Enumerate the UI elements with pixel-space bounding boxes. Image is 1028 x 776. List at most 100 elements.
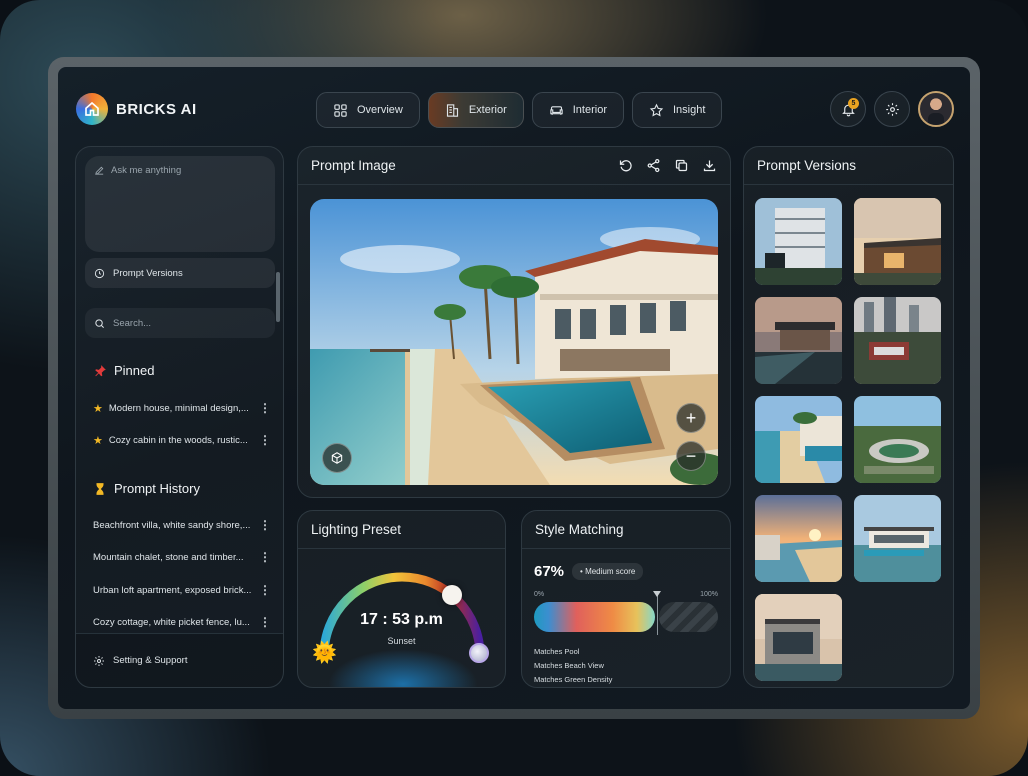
time-readout: 17 : 53 p.m xyxy=(360,611,443,628)
lighting-dial[interactable]: 🌞 17 : 53 p.m Sunset xyxy=(298,549,505,687)
version-thumbnail[interactable] xyxy=(755,198,842,285)
prompt-versions-label: Prompt Versions xyxy=(113,267,183,279)
score-marker[interactable] xyxy=(653,591,661,635)
panel-title: Style Matching xyxy=(535,522,624,537)
app-screen: BRICKS AI Overview Exterior Interior Ins… xyxy=(58,67,970,709)
prompt-image-panel: Prompt Image + − xyxy=(297,146,731,498)
more-options-icon[interactable]: ⋮ xyxy=(259,518,271,532)
version-thumbnail[interactable] xyxy=(755,594,842,681)
history-title: Prompt History xyxy=(114,481,200,496)
share-icon[interactable] xyxy=(646,158,661,173)
star-icon xyxy=(649,103,664,116)
cube-icon xyxy=(331,452,343,464)
history-item[interactable]: Urban loft apartment, exposed brick... ⋮ xyxy=(93,583,271,597)
history-item-label: Mountain chalet, stone and timber... xyxy=(93,551,244,563)
more-options-icon[interactable]: ⋮ xyxy=(259,401,271,415)
panel-title: Prompt Image xyxy=(311,158,396,173)
more-options-icon[interactable]: ⋮ xyxy=(259,550,271,564)
ask-input[interactable]: Ask me anything xyxy=(85,156,275,252)
undo-icon[interactable] xyxy=(618,158,633,173)
more-options-icon[interactable]: ⋮ xyxy=(259,615,271,629)
zoom-in-button[interactable]: + xyxy=(676,403,706,433)
search-input[interactable]: Search... xyxy=(85,308,275,338)
score-bar-fill xyxy=(534,602,655,632)
generated-image[interactable]: + − xyxy=(310,199,718,485)
pinned-item[interactable]: ★ Modern house, minimal design,... ⋮ xyxy=(93,401,271,415)
header-actions: 5 xyxy=(830,91,954,127)
main-nav: Overview Exterior Interior Insight xyxy=(316,92,723,128)
version-thumbnail[interactable] xyxy=(755,396,842,483)
scale-min: 0% xyxy=(534,591,545,598)
3d-view-button[interactable] xyxy=(322,443,352,473)
pinned-item[interactable]: ★ Cozy cabin in the woods, rustic... ⋮ xyxy=(93,433,271,447)
gear-icon xyxy=(94,655,104,666)
version-thumbnail[interactable] xyxy=(755,495,842,582)
tab-label: Exterior xyxy=(468,104,507,116)
image-toolbar xyxy=(618,158,717,173)
version-thumbnail[interactable] xyxy=(755,297,842,384)
versions-grid xyxy=(755,198,941,681)
pinned-item-label: Modern house, minimal design,... xyxy=(108,402,249,414)
panel-header: Prompt Versions xyxy=(744,147,953,185)
notifications-button[interactable]: 5 xyxy=(830,91,866,127)
settings-support-button[interactable]: Setting & Support xyxy=(76,633,283,687)
panel-header: Prompt Image xyxy=(298,147,730,185)
settings-button[interactable] xyxy=(874,91,910,127)
sun-icon: 🌞 xyxy=(312,642,337,664)
tab-insight[interactable]: Insight xyxy=(632,92,723,128)
download-icon[interactable] xyxy=(702,158,717,173)
tab-label: Insight xyxy=(673,104,706,116)
version-thumbnail[interactable] xyxy=(854,198,941,285)
pinned-item-label: Cozy cabin in the woods, rustic... xyxy=(108,434,248,446)
app-name: BRICKS AI xyxy=(116,100,197,118)
more-options-icon[interactable]: ⋮ xyxy=(259,433,271,447)
score-badge: • Medium score xyxy=(572,563,644,580)
match-list: Matches Pool Matches Beach View Matches … xyxy=(534,645,612,687)
history-item[interactable]: Beachfront villa, white sandy shore,... … xyxy=(93,518,271,532)
tab-exterior[interactable]: Exterior xyxy=(427,92,524,128)
star-icon: ★ xyxy=(93,434,103,447)
pinned-heading: Pinned xyxy=(93,363,154,378)
history-item[interactable]: Cozy cottage, white picket fence, lu... … xyxy=(93,615,271,629)
tab-overview[interactable]: Overview xyxy=(316,92,420,128)
history-heading: Prompt History xyxy=(93,481,200,496)
copy-icon[interactable] xyxy=(674,158,689,173)
star-icon: ★ xyxy=(93,402,103,415)
sidebar: Ask me anything Prompt Versions Search..… xyxy=(75,146,284,688)
panel-header: Style Matching xyxy=(522,511,730,549)
version-thumbnail[interactable] xyxy=(854,495,941,582)
match-item: Matches Pool xyxy=(534,647,580,656)
sofa-icon xyxy=(550,105,563,115)
grid-icon xyxy=(334,103,347,117)
zoom-out-button[interactable]: − xyxy=(676,441,706,471)
app-logo[interactable]: BRICKS AI xyxy=(76,93,197,125)
sidebar-scrollbar[interactable] xyxy=(276,272,280,322)
style-matching-panel: Style Matching 67% • Medium score 0% 100… xyxy=(521,510,731,688)
notification-badge: 5 xyxy=(848,98,859,109)
history-item[interactable]: Mountain chalet, stone and timber... ⋮ xyxy=(93,550,271,564)
version-thumbnail[interactable] xyxy=(854,396,941,483)
panel-title: Prompt Versions xyxy=(757,158,857,173)
scale-max: 100% xyxy=(700,591,718,598)
pencil-icon xyxy=(95,166,104,175)
prompt-versions-button[interactable]: Prompt Versions xyxy=(85,258,275,288)
moon-icon xyxy=(469,643,489,663)
panel-header: Lighting Preset xyxy=(298,511,505,549)
match-item: Matches Green Density xyxy=(534,675,613,684)
building-icon xyxy=(446,103,458,117)
gear-icon xyxy=(885,102,899,116)
dial-handle[interactable] xyxy=(441,584,462,605)
user-avatar[interactable] xyxy=(918,91,954,127)
score-value: 67% xyxy=(534,563,565,580)
score-badge-label: Medium score xyxy=(585,567,636,576)
history-item-label: Beachfront villa, white sandy shore,... xyxy=(93,519,251,531)
version-thumbnail[interactable] xyxy=(854,297,941,384)
history-item-label: Urban loft apartment, exposed brick... xyxy=(93,584,252,596)
more-options-icon[interactable]: ⋮ xyxy=(259,583,271,597)
match-item: Matches Beach View xyxy=(534,661,604,670)
tab-label: Interior xyxy=(572,104,607,116)
tab-interior[interactable]: Interior xyxy=(531,92,624,128)
preset-label: Sunset xyxy=(387,636,416,646)
lighting-preset-panel: Lighting Preset 🌞 17 : 53 p.m Sunset xyxy=(297,510,506,688)
score-bar-remaining xyxy=(659,602,718,632)
